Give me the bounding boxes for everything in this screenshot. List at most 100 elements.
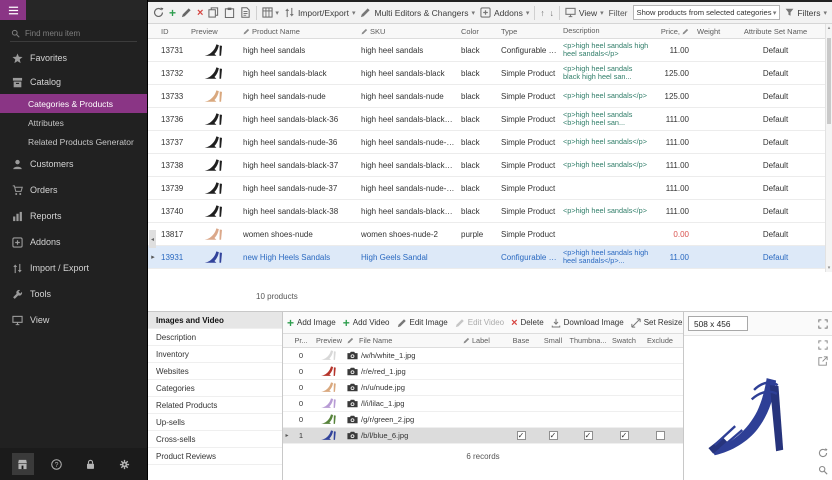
delete-image-button[interactable]: ×Delete	[511, 318, 544, 328]
header-small[interactable]: Small	[537, 336, 569, 345]
tab-websites[interactable]: Websites	[148, 363, 282, 380]
header-product-name[interactable]: Product Name	[240, 26, 358, 37]
header-description[interactable]: Description	[560, 26, 652, 36]
import-export-menu[interactable]: Import/Export▾	[284, 7, 356, 18]
small-checkbox-cell[interactable]: ✓	[537, 431, 569, 440]
tab-inventory[interactable]: Inventory	[148, 346, 282, 363]
sidebar-item-categories-products[interactable]: Categories & Products	[0, 94, 147, 113]
sort-desc-button[interactable]: ↓	[550, 8, 554, 18]
vertical-scrollbar[interactable]: ▴ ▾	[825, 24, 832, 272]
image-row[interactable]: 0 /g/r/green_2.jpg	[283, 412, 683, 428]
product-row[interactable]: 13733 high heel sandals-nude high heel s…	[148, 85, 825, 108]
store-button[interactable]	[12, 453, 34, 475]
image-row[interactable]: 0 /w/h/white_1.jpg	[283, 348, 683, 364]
header-preview[interactable]: Preview	[188, 26, 240, 37]
header-color[interactable]: Color	[458, 26, 498, 37]
refresh-button[interactable]	[153, 7, 164, 18]
rotate-icon[interactable]	[818, 448, 828, 458]
filters-button[interactable]: Filters▾	[785, 8, 827, 18]
multi-editors-menu[interactable]: Multi Editors & Changers▾	[360, 7, 475, 18]
settings-button[interactable]	[113, 453, 135, 475]
sidebar-item-orders[interactable]: Orders	[0, 177, 147, 203]
sidebar-search[interactable]: Find menu item	[10, 26, 137, 42]
tab-product-reviews[interactable]: Product Reviews	[148, 448, 282, 465]
thumbnail-checkbox[interactable]: ✓	[584, 431, 593, 440]
product-row[interactable]: 13739 high heel sandals-nude-37 high hee…	[148, 177, 825, 200]
addons-menu[interactable]: Addons▾	[480, 7, 529, 18]
delete-product-button[interactable]: ×	[197, 8, 203, 18]
header-attribute-set[interactable]: Attribute Set Name	[726, 26, 825, 37]
resize-dimensions-input[interactable]: 508 x 456	[688, 316, 748, 331]
exclude-checkbox-cell[interactable]	[641, 431, 679, 440]
sidebar-item-view[interactable]: View	[0, 307, 147, 333]
base-checkbox-cell[interactable]: ✓	[505, 431, 537, 440]
expand-icon[interactable]	[818, 319, 828, 329]
product-row[interactable]: 13740 high heel sandals-black-38 high he…	[148, 200, 825, 223]
sort-asc-button[interactable]: ↑	[540, 8, 544, 18]
download-image-button[interactable]: Download Image	[551, 318, 624, 328]
sidebar-item-import-export[interactable]: Import / Export	[0, 255, 147, 281]
header-type[interactable]: Type	[498, 26, 560, 37]
scroll-down-arrow[interactable]: ▾	[826, 264, 832, 272]
row-expander[interactable]: ▸	[283, 432, 291, 439]
header-id[interactable]: ID	[158, 26, 188, 37]
thumbnail-checkbox-cell[interactable]: ✓	[569, 431, 607, 440]
zoom-icon[interactable]	[818, 465, 828, 475]
sidebar-item-customers[interactable]: Customers	[0, 151, 147, 177]
tab-description[interactable]: Description	[148, 329, 282, 346]
header-exclude[interactable]: Exclude	[641, 336, 679, 345]
product-row[interactable]: 13738 high heel sandals-black-37 high he…	[148, 154, 825, 177]
tab-cross-sells[interactable]: Cross-sells	[148, 431, 282, 448]
tab-related-products[interactable]: Related Products	[148, 397, 282, 414]
header-swatch[interactable]: Swatch	[607, 336, 641, 345]
product-row[interactable]: 13731 high heel sandals high heel sandal…	[148, 39, 825, 62]
swatch-checkbox-cell[interactable]: ✓	[607, 431, 641, 440]
product-row[interactable]: 13817 women shoes-nude women shoes-nude-…	[148, 223, 825, 246]
sidebar-item-favorites[interactable]: Favorites	[0, 46, 147, 70]
header-sku[interactable]: SKU	[358, 26, 458, 37]
sidebar-item-catalog[interactable]: Catalog	[0, 70, 147, 94]
document-button[interactable]	[240, 7, 251, 18]
tab-up-sells[interactable]: Up-sells	[148, 414, 282, 431]
scrollbar-thumb[interactable]	[827, 38, 831, 124]
grid-collapse-handle[interactable]: ◂	[149, 230, 156, 248]
product-row[interactable]: 13736 high heel sandals-black-36 high he…	[148, 108, 825, 131]
lock-button[interactable]	[79, 453, 101, 475]
small-checkbox[interactable]: ✓	[549, 431, 558, 440]
header-preview[interactable]: Preview	[311, 336, 347, 345]
image-row[interactable]: 0 /l/i/lilac_1.jpg	[283, 396, 683, 412]
add-image-button[interactable]: +Add Image	[287, 318, 336, 328]
sidebar-item-addons[interactable]: Addons	[0, 229, 147, 255]
sidebar-item-reports[interactable]: Reports	[0, 203, 147, 229]
menu-button[interactable]	[0, 0, 26, 20]
header-thumbnail[interactable]: Thumbna...	[569, 336, 607, 345]
sidebar-item-attributes[interactable]: Attributes	[0, 113, 147, 132]
edit-image-button[interactable]: Edit Image	[397, 318, 448, 328]
help-button[interactable]	[46, 453, 68, 475]
filter-select[interactable]: Show products from selected categories▾	[633, 5, 781, 20]
header-file-name[interactable]: File Name	[347, 336, 463, 345]
product-row[interactable]: 13732 high heel sandals-black high heel …	[148, 62, 825, 85]
copy-button[interactable]	[208, 7, 219, 18]
scroll-up-arrow[interactable]: ▴	[826, 24, 832, 32]
edit-video-button[interactable]: Edit Video	[455, 318, 504, 328]
view-menu[interactable]: View▾	[565, 7, 604, 18]
sidebar-item-tools[interactable]: Tools	[0, 281, 147, 307]
header-image-label[interactable]: Label	[463, 336, 505, 345]
edit-product-button[interactable]	[181, 7, 192, 18]
image-row[interactable]: 0 /n/u/nude.jpg	[283, 380, 683, 396]
columns-button[interactable]: ▾	[262, 7, 279, 18]
image-row[interactable]: 0 /r/e/red_1.jpg	[283, 364, 683, 380]
base-checkbox[interactable]: ✓	[517, 431, 526, 440]
row-expander[interactable]: ▸	[148, 253, 158, 261]
sidebar-item-related-products-generator[interactable]: Related Products Generator	[0, 132, 147, 151]
add-product-button[interactable]: +	[169, 8, 176, 18]
header-base[interactable]: Base	[505, 336, 537, 345]
paste-button[interactable]	[224, 7, 235, 18]
product-row-selected[interactable]: ▸ 13931 new High Heels Sandals High Geel…	[148, 246, 825, 269]
add-video-button[interactable]: +Add Video	[343, 318, 390, 328]
image-row-selected[interactable]: ▸ 1 /b/l/blue_6.jpg ✓ ✓ ✓ ✓	[283, 428, 683, 444]
exclude-checkbox[interactable]	[656, 431, 665, 440]
product-row[interactable]: 13737 high heel sandals-nude-36 high hee…	[148, 131, 825, 154]
fullscreen-icon[interactable]	[818, 340, 828, 350]
